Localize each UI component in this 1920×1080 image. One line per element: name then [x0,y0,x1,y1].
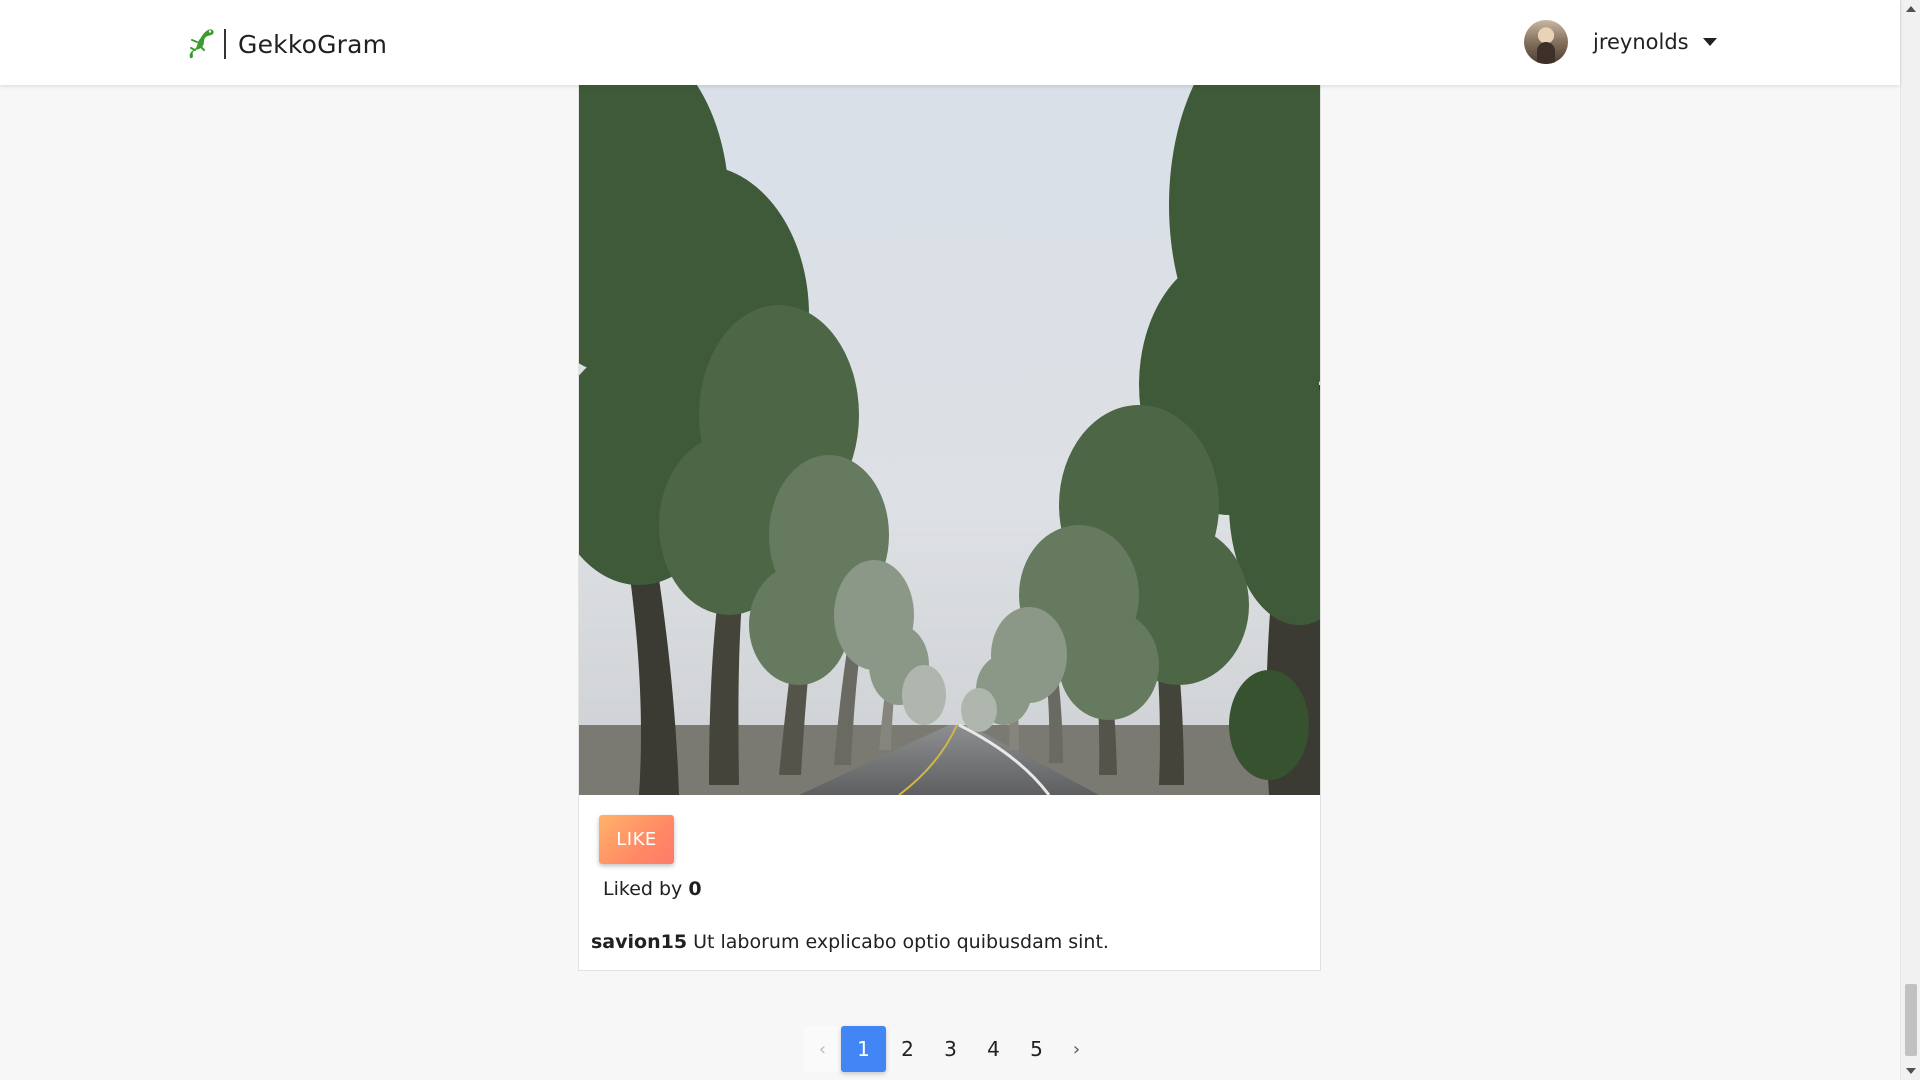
post-caption: savion15 Ut laborum explicabo optio quib… [591,931,1300,953]
username-label: jreynolds [1593,30,1689,54]
user-avatar[interactable] [1524,20,1568,64]
page-2-button[interactable]: 2 [886,1026,929,1072]
top-navbar: GekkoGram jreynolds [0,0,1900,85]
likes-count: 0 [688,878,702,900]
caption-text: Ut laborum explicabo optio quibusdam sin… [693,931,1109,953]
likes-count-text: Liked by 0 [603,878,1300,900]
scrollbar-thumb[interactable] [1905,984,1917,1056]
post-body: LIKE Liked by 0 savion15 Ut laborum expl… [579,795,1320,953]
brand-link[interactable]: GekkoGram [184,24,387,64]
prev-page-button[interactable]: ‹ [804,1026,841,1072]
post-author[interactable]: savion15 [591,931,687,953]
caret-down-icon [1702,38,1717,46]
brand-divider [224,29,226,59]
user-menu-dropdown[interactable]: jreynolds [1524,20,1717,64]
post-image[interactable] [579,85,1320,795]
next-page-button[interactable]: › [1058,1026,1095,1072]
brand-name: GekkoGram [238,29,388,59]
page-4-button[interactable]: 4 [972,1026,1015,1072]
post-image-illustration [579,85,1320,795]
gecko-icon [189,29,214,59]
pagination: ‹ 1 2 3 4 5 › [804,1026,1095,1072]
like-button[interactable]: LIKE [599,815,674,864]
page-1-button[interactable]: 1 [841,1026,886,1072]
scroll-up-arrow-icon[interactable] [1901,0,1920,18]
page-3-button[interactable]: 3 [929,1026,972,1072]
post-card: LIKE Liked by 0 savion15 Ut laborum expl… [578,85,1321,971]
vertical-scrollbar[interactable] [1900,0,1920,1080]
page-5-button[interactable]: 5 [1015,1026,1058,1072]
scroll-down-arrow-icon[interactable] [1901,1062,1920,1080]
liked-by-label: Liked by [603,878,683,900]
